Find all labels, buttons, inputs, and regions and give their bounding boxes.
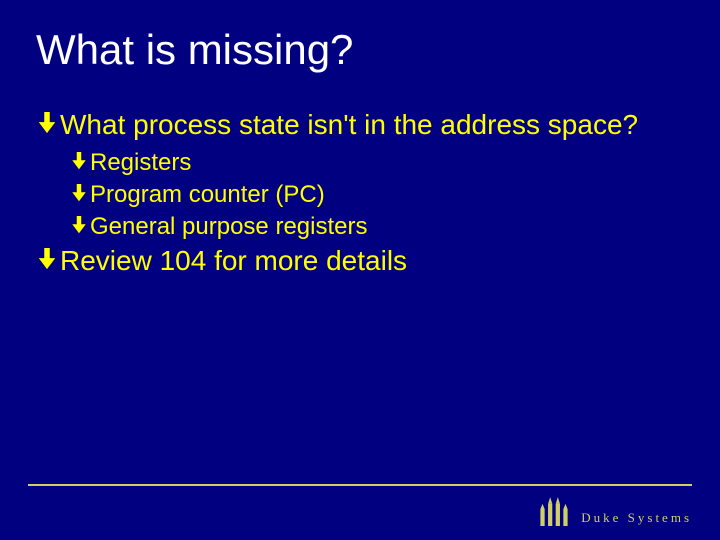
slide: What is missing? What process state isn'… xyxy=(0,0,720,540)
bullet-text: Registers xyxy=(90,148,191,178)
arrow-down-icon xyxy=(70,151,88,176)
bullet-text: Program counter (PC) xyxy=(90,180,325,210)
footer-brand: Duke Systems xyxy=(537,492,692,526)
bullet-level2: Program counter (PC) xyxy=(70,180,684,210)
arrow-down-icon xyxy=(70,215,88,240)
bullet-level1: Review 104 for more details xyxy=(36,244,684,278)
arrow-down-icon xyxy=(70,183,88,208)
slide-title: What is missing? xyxy=(36,26,684,74)
bullet-text: What process state isn't in the address … xyxy=(60,108,638,142)
bullet-text: Review 104 for more details xyxy=(60,244,407,278)
bullet-level2: General purpose registers xyxy=(70,212,684,242)
horizontal-rule xyxy=(28,484,692,486)
bullet-text: General purpose registers xyxy=(90,212,367,242)
chapel-icon xyxy=(537,492,571,526)
arrow-down-icon xyxy=(36,247,58,276)
bullet-level2: Registers xyxy=(70,148,684,178)
bullet-level1: What process state isn't in the address … xyxy=(36,108,684,142)
arrow-down-icon xyxy=(36,111,58,140)
brand-label: Duke Systems xyxy=(581,510,692,526)
